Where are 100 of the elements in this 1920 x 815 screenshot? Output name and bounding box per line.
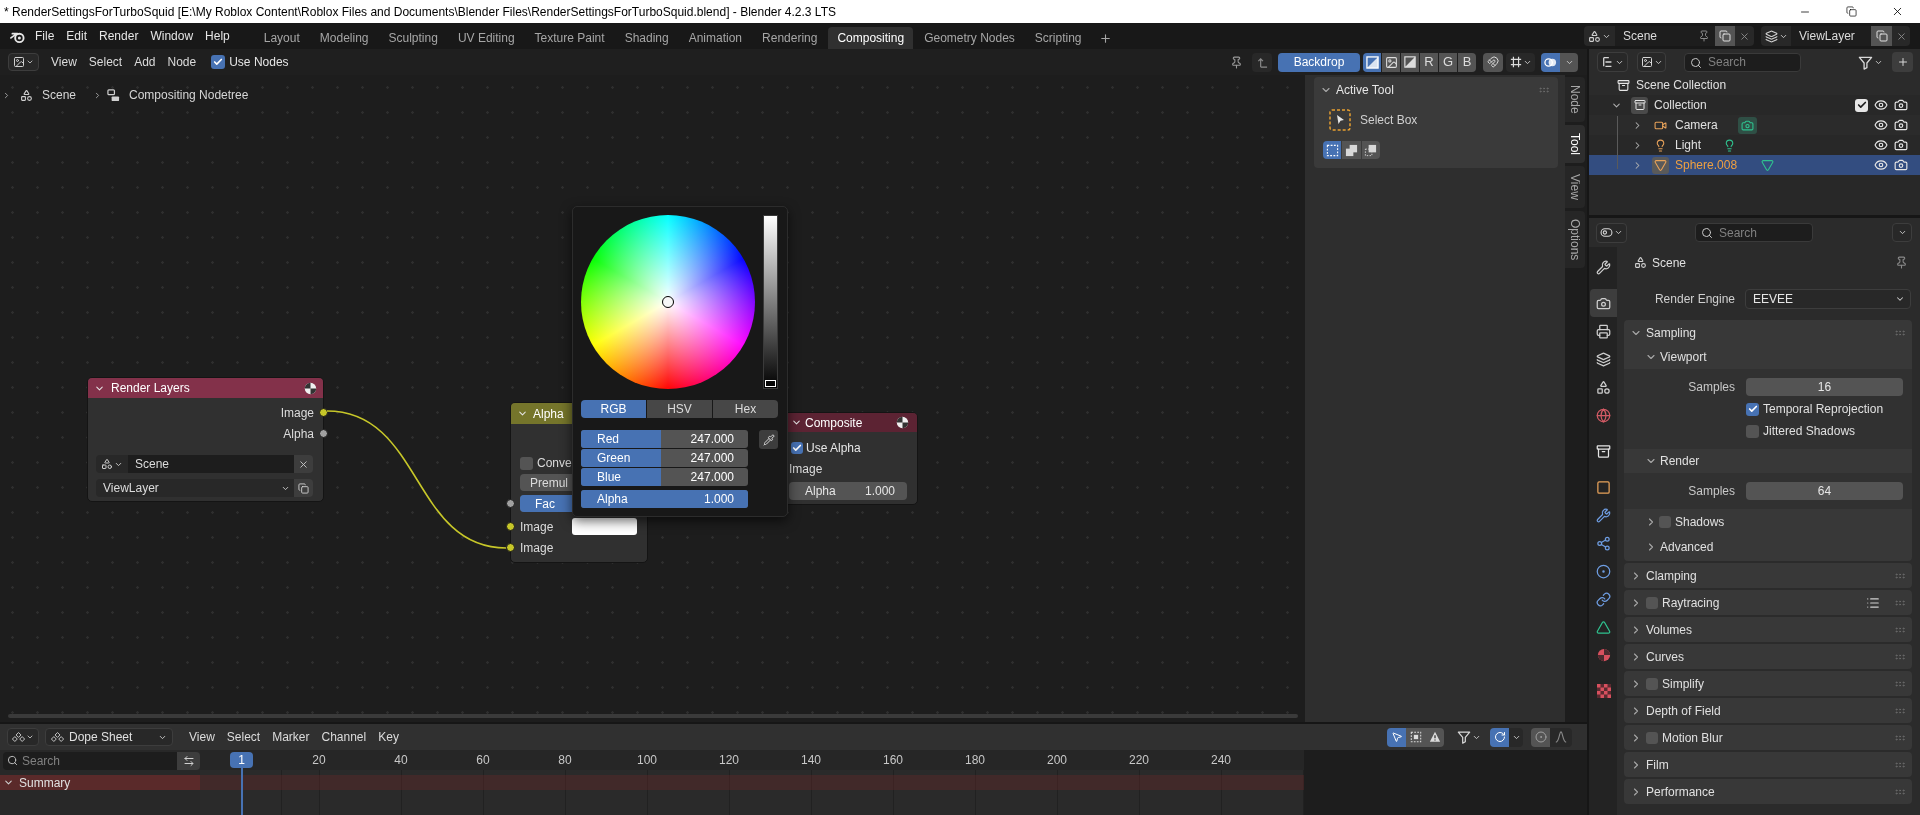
sidebar-tab[interactable]: View — [1565, 165, 1585, 208]
wheel-handle[interactable] — [662, 296, 674, 308]
editor-type-button[interactable] — [8, 53, 39, 71]
grip-icon[interactable] — [1538, 84, 1550, 96]
color-swatch[interactable] — [572, 518, 637, 535]
proportional-edit-button[interactable] — [1531, 727, 1550, 747]
eye-icon[interactable] — [1874, 98, 1888, 112]
subpanel-title[interactable]: Advanced — [1660, 539, 1714, 554]
scene-name-field[interactable]: Scene — [1615, 26, 1715, 46]
new-scene-button[interactable] — [1715, 26, 1735, 46]
camera-icon[interactable] — [1894, 138, 1908, 152]
snapping-button[interactable] — [1490, 727, 1509, 747]
selection-mode-button[interactable] — [1323, 141, 1342, 159]
panel-title[interactable]: Simplify — [1662, 676, 1704, 691]
scene-name-field[interactable]: Scene — [128, 455, 294, 473]
panel-title[interactable]: Clamping — [1646, 568, 1697, 583]
display-mode-button[interactable] — [1597, 52, 1628, 72]
checkbox-label[interactable]: Use Nodes — [229, 55, 289, 69]
checkbox[interactable] — [1746, 424, 1759, 438]
checkbox[interactable] — [1855, 98, 1868, 112]
pin-icon[interactable] — [1895, 256, 1908, 269]
view-layer-button[interactable] — [294, 479, 313, 497]
snap-target-dropdown[interactable] — [1506, 52, 1535, 72]
camera-icon[interactable] — [1894, 118, 1908, 132]
scene-browse-button[interactable] — [96, 455, 128, 473]
panel-title[interactable]: Raytracing — [1662, 595, 1720, 610]
channel-button[interactable]: R — [1420, 52, 1438, 72]
checkbox-label[interactable]: Jittered Shadows — [1763, 424, 1856, 438]
sidebar-tab[interactable]: Tool — [1565, 124, 1585, 163]
panel-title[interactable]: Volumes — [1646, 622, 1693, 637]
color-mode-tab[interactable]: Hex — [713, 400, 778, 418]
workspace-tab[interactable]: Layout — [254, 27, 309, 49]
channel-button[interactable] — [1401, 52, 1419, 72]
snapping-button[interactable] — [1483, 52, 1503, 72]
color-slider[interactable]: Red 247.000 — [581, 430, 748, 448]
falloff-dropdown[interactable] — [1550, 727, 1572, 747]
eye-icon[interactable] — [1874, 118, 1888, 132]
mode-dropdown[interactable]: Dope Sheet — [45, 728, 173, 746]
checkbox-label[interactable]: Temporal Reprojection — [1763, 402, 1884, 416]
premultiply-button[interactable]: Premul — [520, 474, 572, 491]
only-errors-button[interactable] — [1425, 727, 1444, 747]
checkbox[interactable] — [211, 55, 226, 69]
chevron-down-icon[interactable] — [3, 777, 14, 788]
checkbox[interactable] — [1659, 515, 1671, 528]
workspace-tab[interactable]: Texture Paint — [525, 27, 614, 49]
workspace-tab[interactable]: Rendering — [753, 27, 827, 49]
channel-button[interactable]: G — [1439, 52, 1457, 72]
checkbox[interactable] — [1646, 677, 1658, 690]
workspace-tab[interactable]: Shading — [615, 27, 678, 49]
search-field[interactable]: Search — [1684, 52, 1801, 72]
menu-item[interactable]: Edit — [60, 26, 94, 46]
only-selected-button[interactable] — [1387, 727, 1406, 747]
menu-item[interactable]: Channel — [315, 727, 373, 747]
color-slider[interactable]: Green 247.000 — [581, 449, 748, 467]
menu-item[interactable]: Window — [144, 26, 200, 46]
channel-button[interactable] — [1363, 52, 1381, 72]
select-box-icon[interactable] — [1329, 109, 1351, 131]
menu-item[interactable]: Help — [199, 26, 236, 46]
panel-title[interactable]: Film — [1646, 757, 1669, 772]
panel-title[interactable]: Active Tool — [1336, 83, 1394, 97]
panel-title[interactable]: Curves — [1646, 649, 1684, 664]
number-field[interactable]: 64 — [1746, 482, 1903, 500]
menu-item[interactable]: Node — [161, 52, 203, 72]
view-layer-dropdown[interactable]: ViewLayer — [96, 479, 294, 497]
checkbox[interactable] — [520, 456, 533, 470]
menu-item[interactable]: View — [45, 52, 83, 72]
socket-icon[interactable] — [319, 429, 328, 438]
checkbox[interactable] — [1646, 731, 1658, 744]
menu-item[interactable]: Add — [128, 52, 162, 72]
eye-icon[interactable] — [1874, 138, 1888, 152]
list-icon[interactable] — [1866, 595, 1880, 610]
pin-icon[interactable] — [1230, 55, 1243, 69]
channel-row[interactable]: Summary — [0, 775, 200, 790]
search-field[interactable]: Search — [1695, 223, 1813, 242]
camera-icon[interactable] — [1894, 158, 1908, 172]
subpanel-title[interactable]: Render — [1660, 454, 1700, 468]
color-mode-tab[interactable]: HSV — [647, 400, 712, 418]
socket-icon[interactable] — [506, 499, 515, 508]
editor-type-button[interactable] — [1596, 222, 1627, 243]
menu-item[interactable]: Select — [82, 52, 129, 72]
subpanel-title[interactable]: Shadows — [1675, 514, 1725, 529]
color-slider[interactable]: Blue 247.000 — [581, 468, 748, 486]
menu-item[interactable]: Marker — [266, 727, 316, 747]
pin-icon[interactable] — [1698, 30, 1710, 42]
channel-button[interactable]: B — [1458, 52, 1476, 72]
properties-tab[interactable] — [1590, 289, 1617, 317]
node-link[interactable] — [327, 409, 506, 550]
slider-handle[interactable] — [765, 380, 776, 387]
factor-slider[interactable]: Fac — [520, 495, 572, 512]
swap-button[interactable] — [177, 752, 200, 770]
channel-button[interactable] — [1382, 52, 1400, 72]
unlink-button[interactable] — [294, 455, 313, 473]
editor-type-button[interactable] — [7, 728, 39, 746]
backdrop-button[interactable]: Backdrop — [1278, 52, 1360, 72]
eyedropper-button[interactable] — [759, 430, 778, 449]
checkbox[interactable] — [791, 442, 803, 454]
color-slider[interactable]: Alpha 1.000 — [581, 490, 748, 508]
checkbox[interactable] — [1646, 596, 1658, 609]
show-hidden-button[interactable] — [1406, 727, 1425, 747]
sidebar-tab[interactable]: Node — [1565, 77, 1585, 122]
